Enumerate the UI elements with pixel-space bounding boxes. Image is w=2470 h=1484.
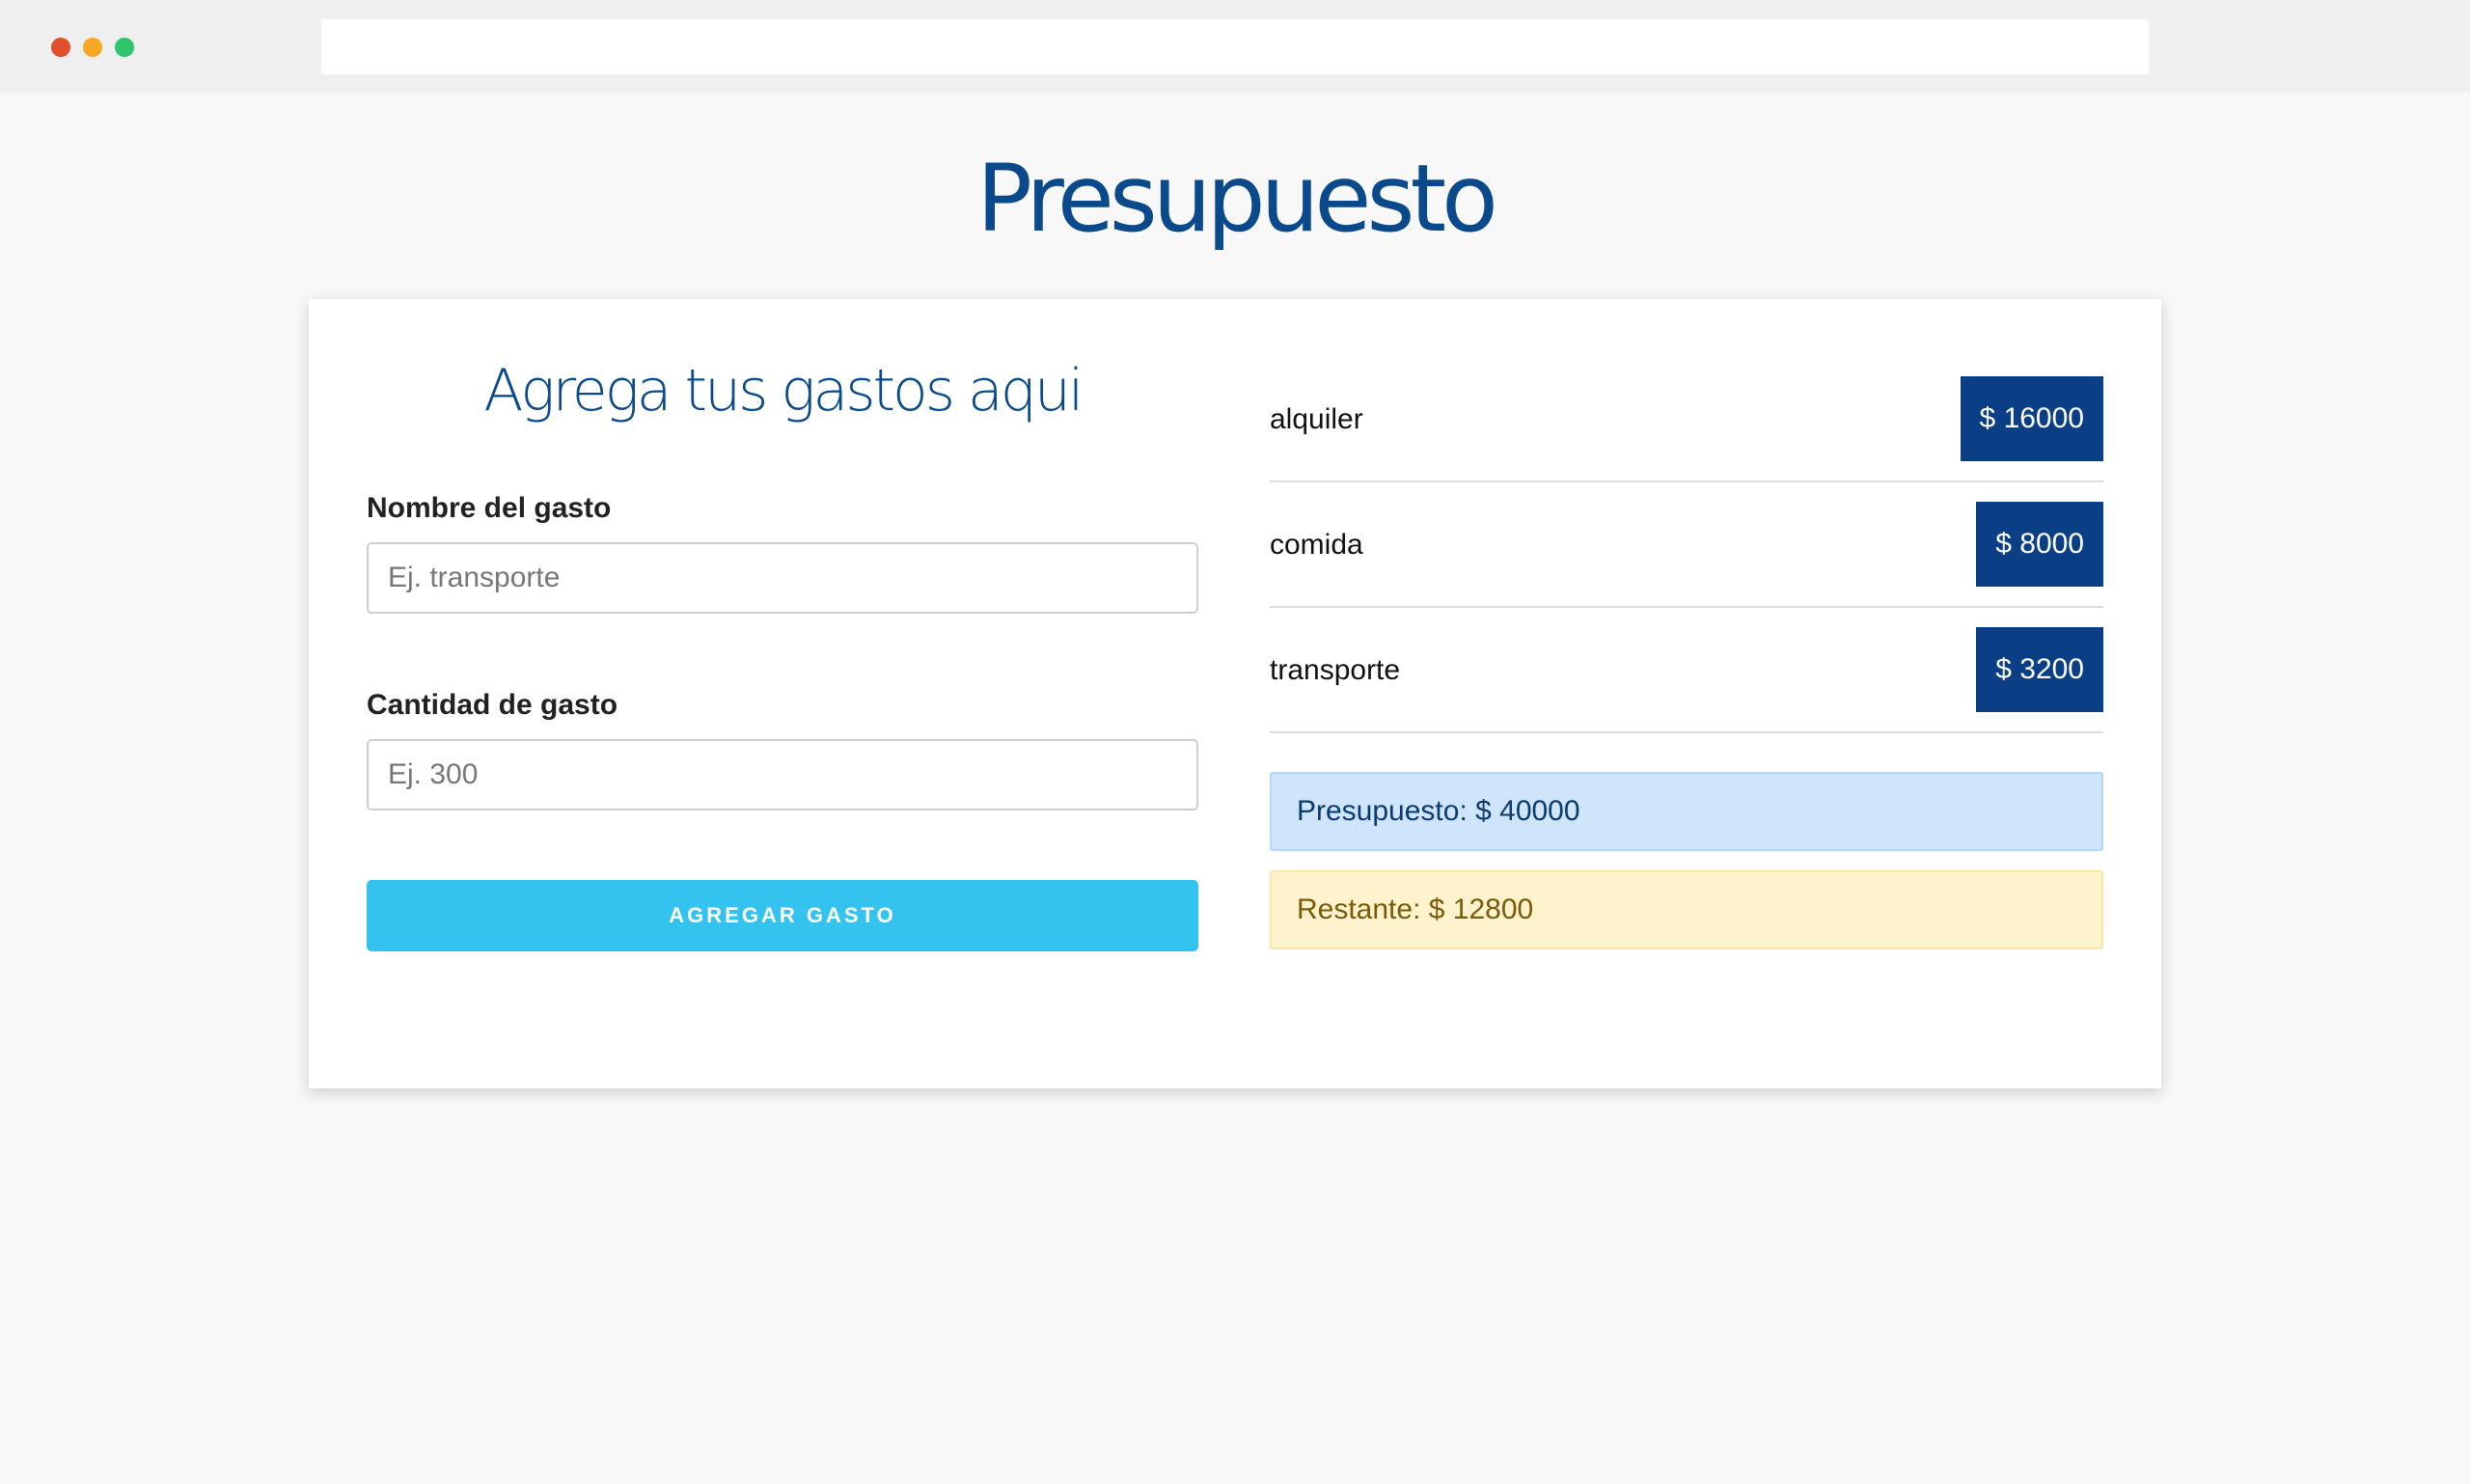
budget-card: Agrega tus gastos aqui Nombre del gasto … xyxy=(309,299,2161,1088)
list-item: alquiler $ 16000 xyxy=(1270,357,2103,482)
list-item: comida $ 8000 xyxy=(1270,482,2103,608)
maximize-window-icon[interactable] xyxy=(115,38,134,57)
expense-item-name: transporte xyxy=(1270,654,1401,686)
expense-item-name: alquiler xyxy=(1270,403,1363,435)
expense-amount-label: Cantidad de gasto xyxy=(367,689,618,721)
expense-amount-badge: $ 16000 xyxy=(1960,376,2103,461)
address-bar[interactable] xyxy=(321,19,2149,74)
budget-total-alert: Presupuesto: $ 40000 xyxy=(1270,772,2103,851)
minimize-window-icon[interactable] xyxy=(83,38,102,57)
close-window-icon[interactable] xyxy=(51,38,70,57)
expense-name-input[interactable] xyxy=(367,542,1198,614)
expense-name-label: Nombre del gasto xyxy=(367,492,612,524)
expense-amount-badge: $ 3200 xyxy=(1976,627,2103,712)
expense-amount-badge: $ 8000 xyxy=(1976,502,2103,587)
page-title: Presupuesto xyxy=(976,145,1498,253)
form-heading: Agrega tus gastos aqui xyxy=(483,357,1084,425)
expense-amount-input[interactable] xyxy=(367,739,1198,811)
expense-list: alquiler $ 16000 comida $ 8000 transport… xyxy=(1270,357,2103,733)
list-item: transporte $ 3200 xyxy=(1270,608,2103,733)
remaining-budget-alert: Restante: $ 12800 xyxy=(1270,870,2103,949)
add-expense-button[interactable]: Agregar gasto xyxy=(367,880,1198,951)
expense-item-name: comida xyxy=(1270,529,1363,561)
browser-chrome xyxy=(0,0,2470,93)
